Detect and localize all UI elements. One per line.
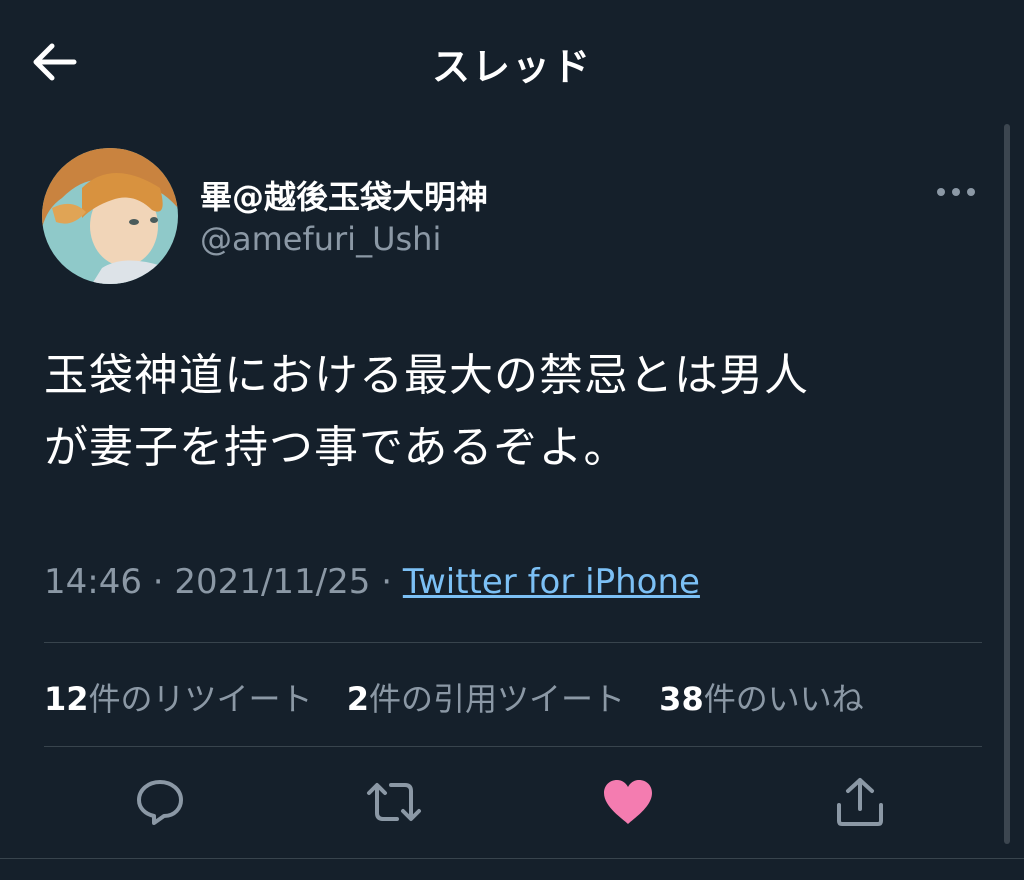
quotes-count: 2 [346,680,369,718]
tweet-text: 玉袋神道における最大の禁忌とは男人 が妻子を持つ事であるぞよ。 [44,340,974,484]
share-button[interactable] [830,772,890,832]
more-options-button[interactable] [934,172,978,212]
retweets-stat[interactable]: 12件のリツイート [44,680,313,718]
divider [44,746,982,747]
comment-icon [137,780,183,825]
avatar[interactable] [42,148,178,284]
likes-stat[interactable]: 38件のいいね [659,680,864,718]
more-horizontal-icon [937,188,975,196]
quotes-label: 件の引用ツイート [368,680,625,718]
retweet-button[interactable] [364,772,424,832]
tweet-text-line: 玉袋神道における最大の禁忌とは男人 [44,350,809,401]
avatar-illustration [42,148,178,284]
divider [0,858,1024,859]
likes-label: 件のいいね [703,680,864,718]
likes-count: 38 [659,680,704,718]
retweet-icon [367,783,421,821]
page-title: スレッド [431,45,592,89]
engagement-stats: 12件のリツイート 2件の引用ツイート 38件のいいね [44,674,888,720]
reply-button[interactable] [130,772,190,832]
scrollbar[interactable] [1004,124,1010,844]
retweets-label: 件のリツイート [88,680,313,718]
heart-icon [604,780,652,824]
tweet-actions-bar [0,772,1024,842]
author-display-name[interactable]: 畢@越後玉袋大明神 [200,172,488,218]
tweet-time: 14:46 [44,562,142,602]
meta-separator: · [370,562,403,602]
author-handle[interactable]: @amefuri_Ushi [200,220,441,258]
divider [44,642,982,643]
tweet-metadata: 14:46 · 2021/11/25 · Twitter for iPhone [44,562,700,602]
retweets-count: 12 [44,680,89,718]
meta-separator: · [141,562,175,602]
quotes-stat[interactable]: 2件の引用ツイート [347,680,625,718]
like-button[interactable] [598,772,658,832]
tweet-text-line: が妻子を持つ事であるぞよ。 [44,422,629,473]
tweet-source-link[interactable]: Twitter for iPhone [403,562,700,602]
tweet-date: 2021/11/25 [174,562,371,602]
share-icon [837,778,883,826]
top-navigation-bar: スレッド [0,0,1024,118]
